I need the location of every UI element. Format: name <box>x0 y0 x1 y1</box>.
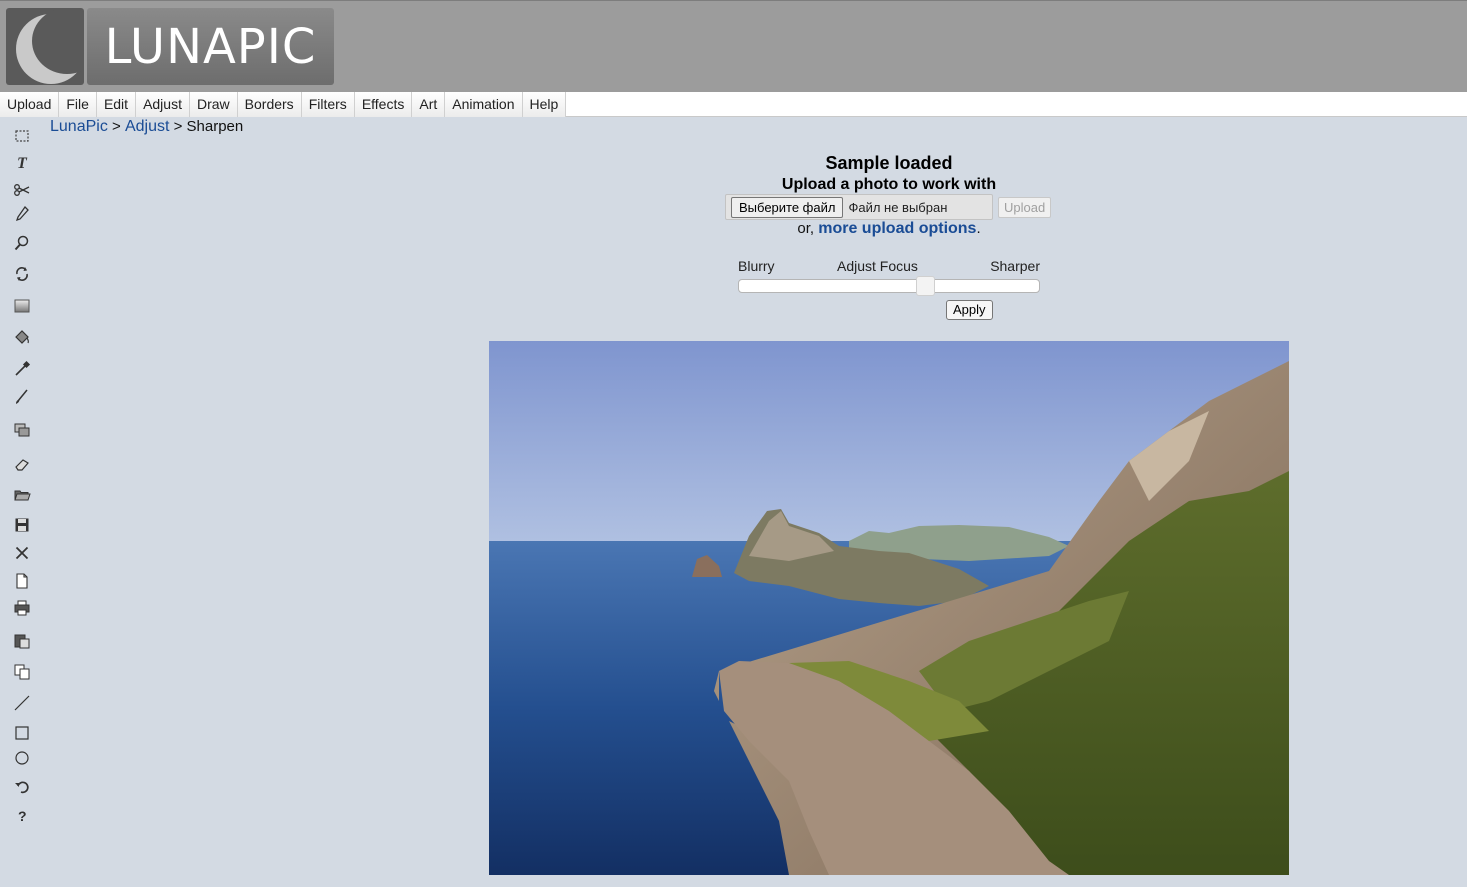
rectangle-icon[interactable] <box>8 721 36 745</box>
pencil-icon[interactable] <box>8 202 36 226</box>
file-status: Файл не выбран <box>848 199 948 215</box>
menu-upload[interactable]: Upload <box>0 92 60 117</box>
slider-labels: Blurry Adjust Focus Sharper <box>738 258 1040 276</box>
new-document-icon[interactable] <box>8 569 36 593</box>
upload-subtitle: Upload a photo to work with <box>781 176 997 193</box>
breadcrumb-home-link[interactable]: LunaPic <box>50 118 108 135</box>
photo-canvas[interactable] <box>489 341 1289 875</box>
breadcrumb: LunaPic > Adjust > Sharpen <box>50 118 243 136</box>
paste-icon[interactable] <box>8 629 36 653</box>
logo-text: LUNAPIC <box>104 18 317 75</box>
header: LUNAPIC <box>0 0 1467 92</box>
layers-icon[interactable] <box>8 418 36 442</box>
copy-icon[interactable] <box>8 660 36 684</box>
brush-icon[interactable] <box>8 385 36 409</box>
close-icon[interactable] <box>8 541 36 565</box>
menu-animation[interactable]: Animation <box>445 92 523 117</box>
breadcrumb-adjust-link[interactable]: Adjust <box>125 118 169 135</box>
menu-help[interactable]: Help <box>523 92 567 117</box>
svg-text:T: T <box>17 155 28 171</box>
menu-items: Upload File Edit Adjust Draw Borders Fil… <box>0 92 567 117</box>
upload-button[interactable]: Upload <box>998 196 1052 218</box>
menu-edit[interactable]: Edit <box>97 92 137 117</box>
text-icon[interactable]: T <box>8 150 36 174</box>
more-upload-options-link[interactable]: more upload options <box>818 220 976 237</box>
breadcrumb-current: Sharpen <box>186 118 244 135</box>
scissors-icon[interactable] <box>8 178 36 202</box>
menu-adjust[interactable]: Adjust <box>136 92 190 117</box>
paint-bucket-icon[interactable] <box>8 325 36 349</box>
menu-filters[interactable]: Filters <box>302 92 355 117</box>
logo-moon-icon[interactable] <box>6 8 84 85</box>
menu-bar: Upload File Edit Adjust Draw Borders Fil… <box>0 92 1467 117</box>
or-prefix: or, <box>797 220 819 237</box>
menu-draw[interactable]: Draw <box>190 92 238 117</box>
apply-button[interactable]: Apply <box>946 300 993 320</box>
select-icon[interactable] <box>8 124 36 148</box>
upload-row: Выберите файл Файл не выбран Upload <box>725 194 1052 220</box>
menu-effects[interactable]: Effects <box>355 92 413 117</box>
breadcrumb-separator: > <box>169 118 187 135</box>
eyedropper-icon[interactable] <box>8 357 36 381</box>
menu-art[interactable]: Art <box>412 92 446 117</box>
svg-text:?: ? <box>18 808 27 824</box>
gradient-icon[interactable] <box>8 294 36 318</box>
breadcrumb-separator: > <box>107 118 125 135</box>
open-folder-icon[interactable] <box>8 483 36 507</box>
focus-slider-area: Blurry Adjust Focus Sharper <box>738 258 1040 318</box>
logo[interactable]: LUNAPIC <box>87 8 334 85</box>
line-icon[interactable] <box>8 691 36 715</box>
zoom-icon[interactable] <box>8 231 36 255</box>
or-suffix: . <box>976 220 981 237</box>
sample-title: Sample loaded <box>825 153 953 173</box>
sharper-label: Sharper <box>990 258 1040 274</box>
undo-icon[interactable] <box>8 775 36 799</box>
circle-icon[interactable] <box>8 746 36 770</box>
print-icon[interactable] <box>8 596 36 620</box>
eraser-icon[interactable] <box>8 452 36 476</box>
choose-file-button[interactable]: Выберите файл <box>731 196 844 218</box>
rotate-icon[interactable] <box>8 262 36 286</box>
sharpen-panel: Sample loaded Upload a photo to work wit… <box>489 150 1289 320</box>
landscape-photo <box>489 341 1289 875</box>
menu-file[interactable]: File <box>59 92 97 117</box>
adjust-focus-label: Adjust Focus <box>837 258 918 274</box>
blurry-label: Blurry <box>738 258 775 274</box>
save-icon[interactable] <box>8 513 36 537</box>
file-input[interactable]: Выберите файл Файл не выбран <box>725 194 993 220</box>
focus-slider-thumb[interactable] <box>916 276 935 296</box>
focus-slider-track[interactable] <box>738 279 1040 293</box>
menu-borders[interactable]: Borders <box>238 92 302 117</box>
help-icon[interactable]: ? <box>8 803 36 827</box>
upload-options-row: or, more upload options. <box>489 220 1289 238</box>
